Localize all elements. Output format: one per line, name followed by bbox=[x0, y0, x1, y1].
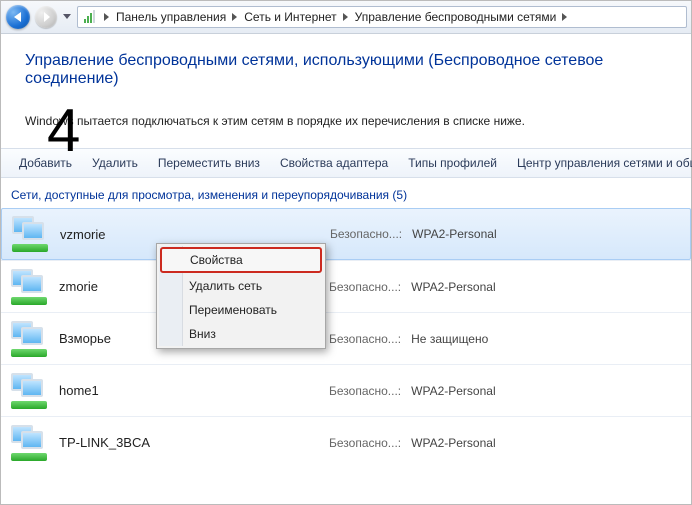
command-toolbar: Добавить Удалить Переместить вниз Свойст… bbox=[1, 148, 691, 178]
breadcrumb-control-panel[interactable]: Панель управления bbox=[112, 10, 230, 24]
breadcrumb-wireless-mgmt[interactable]: Управление беспроводными сетями bbox=[351, 10, 561, 24]
network-row[interactable]: vzmorie Безопасно...: WPA2-Personal bbox=[1, 208, 691, 260]
toolbar-remove[interactable]: Удалить bbox=[82, 156, 148, 170]
network-row[interactable]: Взморье Безопасно...: Не защищено bbox=[1, 312, 691, 364]
security-value: Не защищено bbox=[411, 332, 488, 346]
network-icon bbox=[11, 425, 51, 461]
security-value: WPA2-Personal bbox=[412, 227, 496, 241]
network-row[interactable]: home1 Безопасно...: WPA2-Personal bbox=[1, 364, 691, 416]
security-value: WPA2-Personal bbox=[411, 280, 495, 294]
toolbar-adapter-props[interactable]: Свойства адаптера bbox=[270, 156, 398, 170]
security-label: Безопасно...: bbox=[329, 332, 401, 346]
history-dropdown[interactable] bbox=[61, 14, 73, 20]
context-menu-properties[interactable]: Свойства bbox=[160, 247, 322, 273]
network-icon bbox=[11, 321, 51, 357]
toolbar-profile-types[interactable]: Типы профилей bbox=[398, 156, 507, 170]
toolbar-move-down[interactable]: Переместить вниз bbox=[148, 156, 270, 170]
content-area: Управление беспроводными сетями, использ… bbox=[1, 34, 691, 128]
network-icon bbox=[12, 216, 52, 252]
section-header: Сети, доступные для просмотра, изменения… bbox=[1, 178, 691, 208]
chevron-right-icon[interactable] bbox=[341, 13, 351, 21]
chevron-right-icon[interactable] bbox=[560, 13, 570, 21]
network-list: vzmorie Безопасно...: WPA2-Personal zmor… bbox=[1, 208, 691, 468]
page-title: Управление беспроводными сетями, использ… bbox=[25, 52, 667, 88]
breadcrumb-network-internet[interactable]: Сеть и Интернет bbox=[240, 10, 340, 24]
page-description: Windows пытается подключаться к этим сет… bbox=[25, 114, 667, 128]
network-name: vzmorie bbox=[60, 227, 330, 242]
network-name: home1 bbox=[59, 383, 329, 398]
toolbar-add[interactable]: Добавить bbox=[9, 156, 82, 170]
context-menu: Свойства Удалить сеть Переименовать Вниз bbox=[156, 243, 326, 349]
security-label: Безопасно...: bbox=[329, 436, 401, 450]
context-menu-delete[interactable]: Удалить сеть bbox=[159, 274, 323, 298]
security-label: Безопасно...: bbox=[329, 280, 401, 294]
context-menu-rename[interactable]: Переименовать bbox=[159, 298, 323, 322]
signal-icon bbox=[82, 9, 98, 25]
breadcrumb[interactable]: Панель управления Сеть и Интернет Управл… bbox=[77, 6, 687, 28]
network-icon bbox=[11, 269, 51, 305]
context-menu-down[interactable]: Вниз bbox=[159, 322, 323, 346]
chevron-right-icon[interactable] bbox=[230, 13, 240, 21]
network-row[interactable]: TP-LINK_3BCA Безопасно...: WPA2-Personal bbox=[1, 416, 691, 468]
security-value: WPA2-Personal bbox=[411, 384, 495, 398]
security-label: Безопасно...: bbox=[329, 384, 401, 398]
toolbar-network-center[interactable]: Центр управления сетями и общим bbox=[507, 156, 692, 170]
network-icon bbox=[11, 373, 51, 409]
security-value: WPA2-Personal bbox=[411, 436, 495, 450]
network-row[interactable]: zmorie Безопасно...: WPA2-Personal bbox=[1, 260, 691, 312]
back-button[interactable] bbox=[5, 4, 31, 30]
navigation-bar: Панель управления Сеть и Интернет Управл… bbox=[1, 1, 691, 34]
network-name: TP-LINK_3BCA bbox=[59, 435, 329, 450]
security-label: Безопасно...: bbox=[330, 227, 402, 241]
chevron-right-icon[interactable] bbox=[102, 13, 112, 21]
forward-button bbox=[33, 4, 59, 30]
